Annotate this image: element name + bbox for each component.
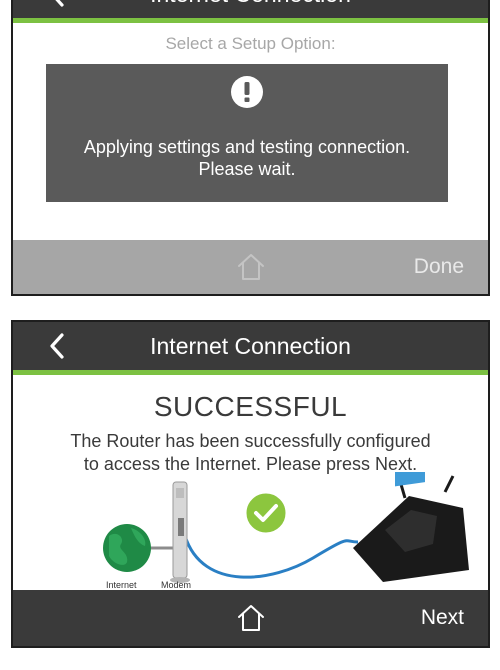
- internet-label: Internet: [106, 580, 137, 590]
- next-button[interactable]: Next: [421, 590, 464, 646]
- dialog-message-line2: Please wait.: [198, 159, 296, 179]
- home-icon: [237, 254, 264, 280]
- connection-successful-screen: Internet Connection SUCCESSFUL The Route…: [11, 320, 490, 648]
- check-icon: [243, 490, 289, 536]
- setup-option-label: Select a Setup Option:: [165, 34, 336, 53]
- bottom-header-bar: Internet Connection: [13, 322, 488, 375]
- modem-icon: [170, 481, 190, 583]
- globe-icon: [103, 524, 151, 572]
- top-footer-bar: Done: [13, 240, 488, 294]
- modem-router-cable: [183, 535, 359, 579]
- router-icon: [353, 460, 469, 582]
- done-button[interactable]: Done: [414, 240, 464, 294]
- dialog-message-line1: Applying settings and testing connection…: [83, 137, 411, 157]
- bottom-home-button[interactable]: [231, 590, 271, 646]
- status-message-line1: The Router has been successfully configu…: [70, 431, 431, 451]
- connection-diagram-graphic: [103, 460, 469, 583]
- applying-settings-dialog: Applying settings and testing connection…: [46, 64, 448, 202]
- modem-label: Modem: [161, 580, 192, 590]
- bottom-footer-bar: Next: [13, 590, 488, 646]
- alert-icon: [231, 76, 263, 108]
- home-icon: [237, 605, 264, 631]
- bottom-header-title: Internet Connection: [150, 333, 351, 359]
- top-home-button[interactable]: [231, 240, 271, 294]
- status-message: The Router has been successfully configu…: [13, 430, 488, 476]
- top-header-title: Internet Connection: [13, 0, 488, 18]
- top-header-bar: Internet Connection: [13, 0, 488, 23]
- status-title: SUCCESSFUL: [153, 391, 348, 422]
- setup-applying-screen: Internet Connection Select a Setup Optio…: [11, 0, 490, 296]
- connection-diagram: Internet Modem: [13, 460, 488, 592]
